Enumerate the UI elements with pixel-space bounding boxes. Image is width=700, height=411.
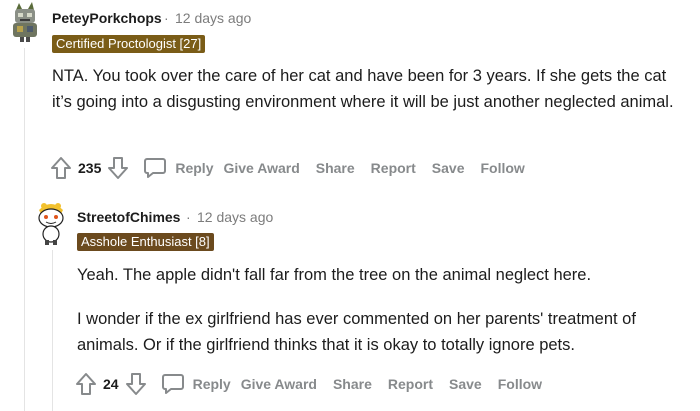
comment-paragraph: Yeah. The apple didn't fall far from the… (77, 266, 592, 284)
save-button[interactable]: Save (432, 160, 465, 176)
avatar[interactable] (33, 200, 67, 245)
follow-button[interactable]: Follow (498, 376, 542, 392)
comment-action-bar: 24 Reply Give Award Share Report Save Fo… (75, 372, 558, 396)
timestamp[interactable]: 12 days ago (197, 209, 273, 225)
share-button[interactable]: Share (333, 376, 372, 392)
avatar[interactable] (8, 2, 42, 42)
follow-button[interactable]: Follow (481, 160, 525, 176)
timestamp[interactable]: 12 days ago (175, 10, 251, 26)
upvote-button[interactable] (50, 156, 72, 180)
thread-line-parent[interactable] (24, 48, 25, 411)
give-award-button[interactable]: Give Award (241, 376, 317, 392)
comment-body: NTA. You took over the care of her cat a… (52, 63, 682, 115)
give-award-button[interactable]: Give Award (223, 160, 299, 176)
timestamp-separator: · (186, 209, 191, 225)
downvote-arrow-icon (108, 157, 129, 179)
upvote-arrow-icon (51, 157, 71, 179)
save-button[interactable]: Save (449, 376, 482, 392)
username[interactable]: StreetofChimes (77, 209, 180, 225)
thread-line-child[interactable] (52, 250, 53, 411)
speech-bubble-icon (144, 158, 167, 178)
vote-count: 235 (78, 160, 102, 176)
upvote-arrow-icon (76, 373, 96, 395)
downvote-button[interactable] (107, 156, 129, 180)
comment-body: Yeah. The apple didn't fall far from the… (77, 262, 689, 358)
downvote-arrow-icon (125, 373, 146, 395)
username[interactable]: PeteyPorkchops (52, 10, 162, 26)
timestamp-separator: · (164, 10, 169, 26)
downvote-button[interactable] (125, 372, 147, 396)
reply-button[interactable]: Reply (161, 373, 231, 395)
reply-label: Reply (175, 160, 214, 176)
share-button[interactable]: Share (316, 160, 355, 176)
report-button[interactable]: Report (371, 160, 416, 176)
vote-count: 24 (103, 376, 119, 392)
comment-action-bar: 235 Reply Give Award Share Report Save F… (50, 156, 541, 180)
reply-label: Reply (192, 376, 231, 392)
robot-avatar-icon (13, 2, 37, 42)
snoo-avatar-icon (38, 203, 64, 245)
report-button[interactable]: Report (388, 376, 433, 392)
speech-bubble-icon (161, 374, 184, 394)
comment-paragraph: I wonder if the ex girlfriend has ever c… (77, 310, 636, 354)
user-flair: Certified Proctologist [27] (52, 35, 206, 53)
comment-paragraph: NTA. You took over the care of her cat a… (52, 67, 674, 111)
user-flair: Asshole Enthusiast [8] (77, 233, 214, 251)
upvote-button[interactable] (75, 372, 97, 396)
reply-button[interactable]: Reply (143, 157, 213, 179)
